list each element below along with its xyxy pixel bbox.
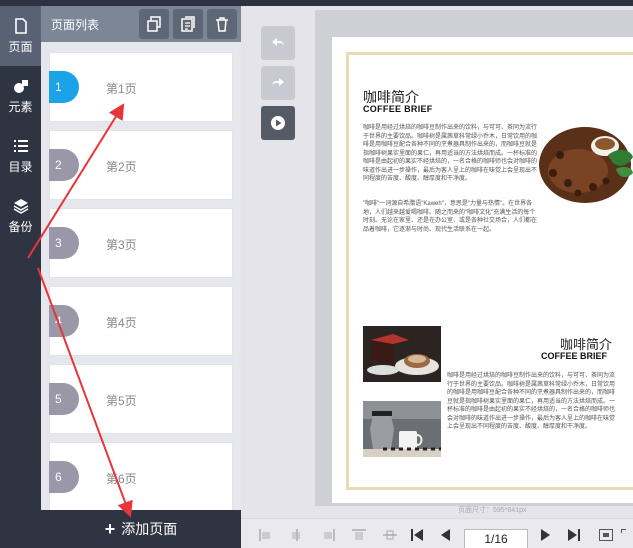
align-left-icon[interactable] [259,529,273,541]
coffee-beans-photo[interactable] [538,125,633,205]
rail-item-pages[interactable]: 页面 [0,6,41,66]
page-number-badge: 4 [49,305,79,337]
distribute-horizontal-icon[interactable] [383,529,397,541]
plus-icon: + [104,518,116,539]
page-item[interactable]: 3 第3页 [49,208,233,278]
canvas-tools [261,26,295,146]
redo-icon [272,78,284,87]
rail-item-toc[interactable]: 目录 [0,126,41,186]
next-page-icon[interactable] [538,529,552,541]
list-icon [13,139,28,152]
delete-page-button[interactable] [207,9,237,39]
paste-icon [181,16,195,32]
page-number-badge: 1 [49,71,79,103]
align-top-icon[interactable] [352,529,366,541]
page-number-badge: 5 [49,383,79,415]
preview-button[interactable] [261,106,295,140]
trash-icon [216,17,228,32]
play-icon [271,116,285,130]
panel-header: 页面列表 [41,6,241,42]
bottom-toolbar [241,518,633,548]
rail-item-label: 目录 [8,159,33,174]
page-number-badge: 6 [49,461,79,493]
copy-icon [147,16,161,32]
section1-paragraph-2[interactable]: "咖啡"一词源自希腊语"Kaweh"，意思是"力量与热情"。在世界各地，人们越来… [363,200,538,234]
copy-page-button[interactable] [139,9,169,39]
paste-page-button[interactable] [173,9,203,39]
page-number-badge: 3 [49,227,79,259]
shapes-icon [13,79,28,93]
add-page-label: 添加页面 [121,521,178,537]
align-right-icon[interactable] [321,529,335,541]
redo-button[interactable] [261,66,295,100]
section2-paragraph[interactable]: 咖啡是用经过烘焙的咖啡豆制作出来的饮料，与可可、茶同为流行于世界的主要饮品。咖啡… [447,372,615,432]
page-label: 第3页 [106,238,137,252]
page-list: 1 第1页 2 第2页 3 第3页 4 第4页 5 第5页 6 第6页 [49,52,233,520]
section1-paragraph-1[interactable]: 咖啡是用经过烘焙的咖啡豆制作出来的饮料，与可可、茶同为流行于世界的主要饮品。咖啡… [363,124,538,184]
page-item[interactable]: 6 第6页 [49,442,233,512]
layers-icon [13,198,28,214]
page-item[interactable]: 1 第1页 [49,52,233,122]
last-page-icon[interactable] [566,529,580,541]
page-item[interactable]: 4 第4页 [49,286,233,356]
rail-item-label: 元素 [8,99,33,114]
page-list-panel: 页面列表 1 第1页 2 第2页 3 第3页 4 第4页 5 第5页 6 第6页… [41,6,241,548]
rail-item-elements[interactable]: 元素 [0,66,41,126]
align-center-icon[interactable] [290,529,304,541]
moka-pot-photo[interactable] [363,401,441,457]
undo-icon [272,38,284,47]
page-icon [14,17,27,34]
cake-photo[interactable] [363,326,441,382]
left-rail: 页面 元素 目录 备份 [0,6,41,548]
page-label: 第6页 [106,472,137,486]
page-label: 第4页 [106,316,137,330]
rail-item-label: 页面 [8,39,33,54]
rail-item-backup[interactable]: 备份 [0,186,41,246]
page-number-badge: 2 [49,149,79,181]
page-item[interactable]: 2 第2页 [49,130,233,200]
fullscreen-icon[interactable] [621,529,633,541]
panel-title: 页面列表 [51,17,100,32]
first-page-icon[interactable] [411,529,425,541]
page-indicator-input[interactable]: 1/16 [464,529,528,548]
fit-page-icon[interactable] [599,529,613,541]
rail-item-label: 备份 [8,219,33,234]
page-item[interactable]: 5 第5页 [49,364,233,434]
page-size-note: 页面尺寸：595*841px [458,507,527,514]
page-label: 第1页 [106,82,137,96]
add-page-button[interactable]: + 添加页面 [41,510,241,548]
page-label: 第5页 [106,394,137,408]
section1-subtitle[interactable]: COFFEE BRIEF [363,104,433,114]
section2-subtitle[interactable]: COFFEE BRIEF [541,351,607,361]
undo-button[interactable] [261,26,295,60]
prev-page-icon[interactable] [439,529,453,541]
page-label: 第2页 [106,160,137,174]
